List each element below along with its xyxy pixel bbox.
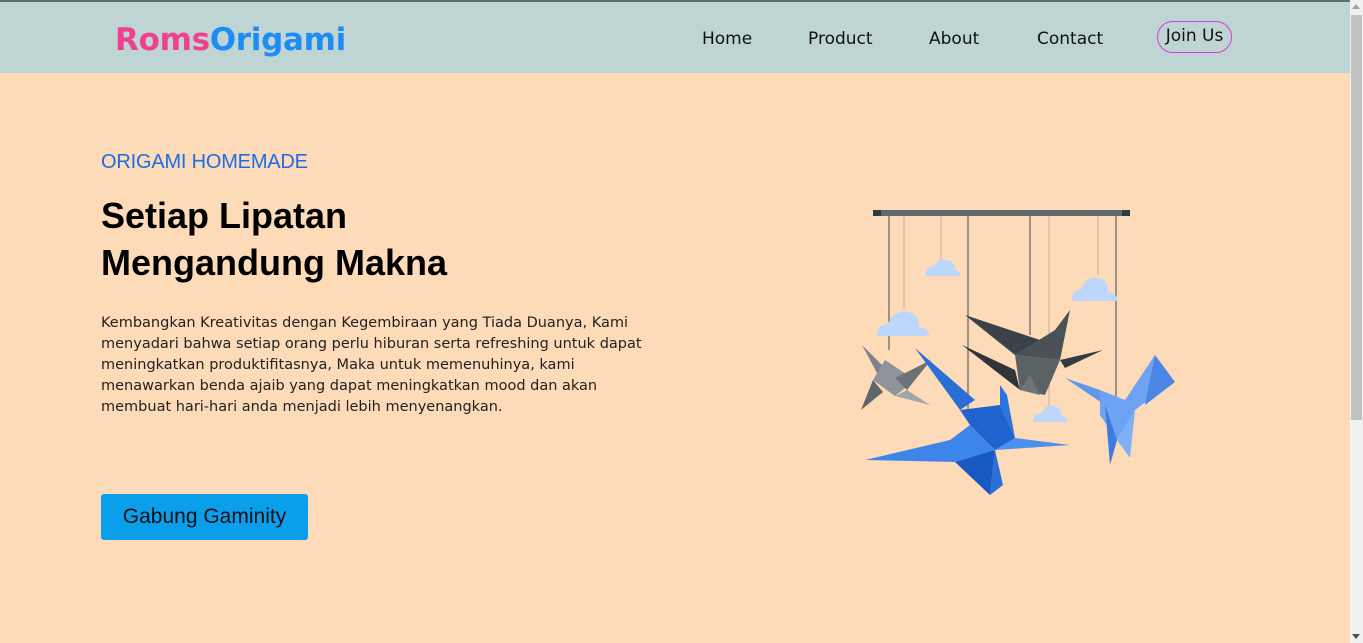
hero-headline: Setiap Lipatan Mengandung Makna xyxy=(101,192,581,286)
brand-part-origami: Origami xyxy=(209,22,347,58)
hanging-bar xyxy=(873,210,1130,216)
hero-headline-line2: Mengandung Makna xyxy=(101,242,448,283)
nav-home-link[interactable]: Home xyxy=(702,28,752,50)
vertical-scrollbar[interactable] xyxy=(1350,0,1363,643)
light-blue-crane-icon xyxy=(1065,355,1175,465)
hero-description: Kembangkan Kreativitas dengan Kegembiraa… xyxy=(101,315,642,415)
navbar: RomsOrigami Home Product About Contact J… xyxy=(0,2,1350,73)
brand-logo[interactable]: RomsOrigami xyxy=(115,21,346,59)
scrollbar-thumb[interactable] xyxy=(1351,15,1362,420)
hanging-bar-cap-left xyxy=(873,210,881,216)
origami-cranes-illustration xyxy=(861,210,1175,495)
brand-part-roms: Roms xyxy=(115,22,210,58)
hero-headline-line1: Setiap Lipatan xyxy=(101,195,348,236)
nav-about-link[interactable]: About xyxy=(929,28,979,50)
hanging-bar-cap-right xyxy=(1122,210,1130,216)
join-community-button[interactable]: Gabung Gaminity xyxy=(101,494,308,540)
dark-crane-icon xyxy=(962,310,1103,395)
hanging-strings xyxy=(888,216,1117,410)
hero-eyebrow: ORIGAMI HOMEMADE xyxy=(101,151,308,173)
scroll-down-arrow-icon[interactable] xyxy=(1352,634,1360,639)
nav-contact-link[interactable]: Contact xyxy=(1037,28,1103,50)
join-us-button[interactable]: Join Us xyxy=(1157,21,1232,53)
nav-product-link[interactable]: Product xyxy=(808,28,873,50)
scroll-up-arrow-icon[interactable] xyxy=(1352,4,1360,9)
